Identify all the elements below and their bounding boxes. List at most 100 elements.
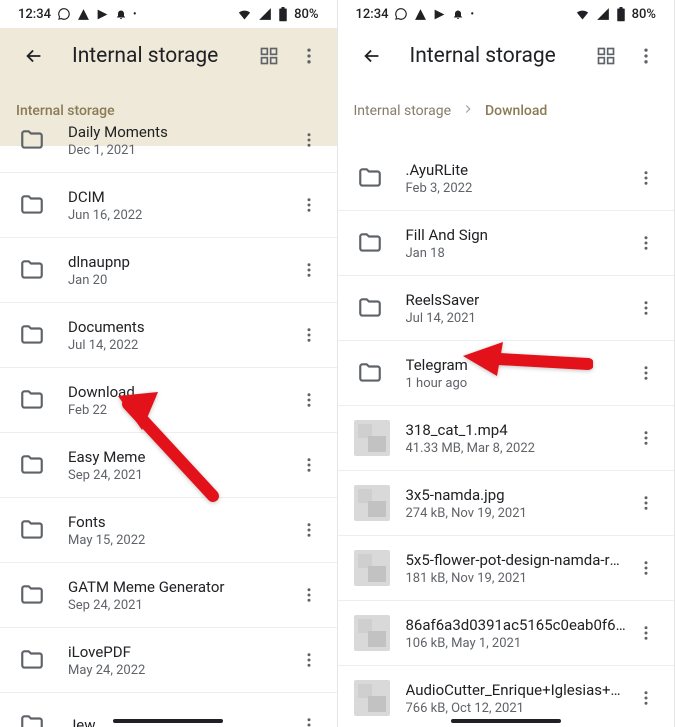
folder-row[interactable]: ReelsSaver Jul 14, 2021: [338, 276, 675, 341]
item-subtitle: Sep 24, 2021: [68, 468, 289, 483]
folder-icon: [16, 319, 48, 351]
file-row[interactable]: 5x5-flower-pot-design-namda-ru…181 kB, N…: [338, 536, 675, 601]
page-title: Internal storage: [72, 44, 249, 68]
folder-icon: [16, 709, 48, 727]
item-overflow-button[interactable]: [626, 613, 666, 653]
file-row[interactable]: AudioCutter_Enrique+Iglesias+Bail… 766 kB…: [338, 666, 675, 727]
file-thumbnail: [354, 680, 390, 716]
item-overflow-button[interactable]: [626, 288, 666, 328]
item-overflow-button[interactable]: [289, 380, 329, 420]
file-row[interactable]: 86af6a3d0391ac5165c0eab0f6e3… 106 kB, May…: [338, 601, 675, 666]
whatsapp-icon: [57, 7, 71, 21]
back-button[interactable]: [14, 36, 54, 76]
item-name: 5x5-flower-pot-design-namda-ru…: [406, 551, 627, 569]
folder-icon: [354, 227, 386, 259]
folder-row[interactable]: FontsMay 15, 2022: [0, 498, 337, 563]
file-row[interactable]: 318_cat_1.mp441.33 MB, Mar 8, 2022: [338, 406, 675, 471]
item-name: Documents: [68, 318, 289, 336]
breadcrumb-item[interactable]: Internal storage: [354, 103, 452, 119]
breadcrumb-item[interactable]: Download: [485, 103, 547, 119]
item-subtitle: 766 kB, Oct 12, 2021: [406, 701, 627, 716]
folder-icon: [16, 644, 48, 676]
folder-row[interactable]: Easy MemeSep 24, 2021: [0, 433, 337, 498]
item-overflow-button[interactable]: [289, 640, 329, 680]
item-overflow-button[interactable]: [289, 510, 329, 550]
notif-icon: [414, 8, 427, 21]
item-name: 3x5-namda.jpg: [406, 486, 627, 504]
status-left: 12:34 •: [356, 7, 474, 22]
folder-row[interactable]: DocumentsJul 14, 2022: [0, 303, 337, 368]
item-name: iLovePDF: [68, 643, 289, 661]
item-name: 86af6a3d0391ac5165c0eab0f6e3…: [406, 616, 627, 634]
item-overflow-button[interactable]: [289, 315, 329, 355]
appbar: Internal storage: [0, 28, 337, 84]
item-name: AudioCutter_Enrique+Iglesias+Bail…: [406, 681, 627, 699]
item-name: .AyuRLite: [406, 161, 627, 179]
notif-icon: [77, 8, 90, 21]
nav-pill: [113, 719, 223, 723]
item-overflow-button[interactable]: [626, 418, 666, 458]
item-subtitle: 106 kB, May 1, 2021: [406, 636, 627, 651]
item-overflow-button[interactable]: [626, 223, 666, 263]
overflow-menu-button[interactable]: [626, 36, 666, 76]
item-overflow-button[interactable]: [289, 250, 329, 290]
row-meta: DownloadFeb 22: [68, 383, 289, 418]
row-meta: Daily MomentsDec 1, 2021: [68, 123, 289, 158]
item-subtitle: Jan 20: [68, 273, 289, 288]
wifi-icon: [237, 7, 252, 22]
item-overflow-button[interactable]: [626, 483, 666, 523]
item-name: GATM Meme Generator: [68, 578, 289, 596]
folder-icon: [16, 514, 48, 546]
item-overflow-button[interactable]: [289, 120, 329, 160]
item-overflow-button[interactable]: [626, 353, 666, 393]
status-bar: 12:34 • 80%: [338, 0, 675, 28]
grid-view-button[interactable]: [586, 36, 626, 76]
notif-icon-2: [96, 8, 109, 21]
folder-icon: [16, 124, 48, 156]
item-name: dlnaupnp: [68, 253, 289, 271]
folder-row[interactable]: Fill And SignJan 18: [338, 211, 675, 276]
item-overflow-button[interactable]: [626, 678, 666, 718]
breadcrumb-item[interactable]: Internal storage: [16, 103, 115, 119]
folder-row[interactable]: DownloadFeb 22: [0, 368, 337, 433]
item-subtitle: Jul 14, 2021: [406, 311, 627, 326]
folder-icon: [16, 579, 48, 611]
folder-icon: [354, 162, 386, 194]
folder-icon: [354, 357, 386, 389]
item-name: DCIM: [68, 188, 289, 206]
bell-icon: [452, 8, 464, 20]
grid-view-button[interactable]: [249, 36, 289, 76]
file-list[interactable]: Daily MomentsDec 1, 2021 DCIMJun 16, 2022…: [0, 108, 337, 727]
folder-row[interactable]: DCIMJun 16, 2022: [0, 173, 337, 238]
folder-row[interactable]: Telegram1 hour ago: [338, 341, 675, 406]
folder-icon: [16, 189, 48, 221]
item-overflow-button[interactable]: [289, 575, 329, 615]
folder-icon: [16, 384, 48, 416]
item-subtitle: 1 hour ago: [406, 376, 627, 391]
overflow-menu-button[interactable]: [289, 36, 329, 76]
row-meta: 3x5-namda.jpg 274 kB, Nov 19, 2021: [406, 486, 627, 521]
battery-icon: [278, 7, 288, 22]
item-name: ReelsSaver: [406, 291, 627, 309]
item-subtitle: 274 kB, Nov 19, 2021: [406, 506, 627, 521]
item-overflow-button[interactable]: [626, 548, 666, 588]
file-row[interactable]: 3x5-namda.jpg 274 kB, Nov 19, 2021: [338, 471, 675, 536]
folder-row[interactable]: dlnaupnp Jan 20: [0, 238, 337, 303]
item-overflow-button[interactable]: [289, 705, 329, 727]
row-meta: Easy MemeSep 24, 2021: [68, 448, 289, 483]
row-meta: DCIMJun 16, 2022: [68, 188, 289, 223]
file-list[interactable]: .AyuRLiteFeb 3, 2022Fill And SignJan 18R…: [338, 146, 675, 727]
signal-icon: [596, 7, 610, 21]
back-button[interactable]: [352, 36, 392, 76]
item-subtitle: Feb 3, 2022: [406, 181, 627, 196]
item-overflow-button[interactable]: [289, 185, 329, 225]
folder-row[interactable]: .AyuRLite Feb 3, 2022: [338, 146, 675, 211]
folder-row[interactable]: GATM Meme GeneratorSep 24, 2021: [0, 563, 337, 628]
page-title: Internal storage: [410, 44, 587, 68]
item-overflow-button[interactable]: [626, 158, 666, 198]
row-meta: FontsMay 15, 2022: [68, 513, 289, 548]
folder-row[interactable]: iLovePDFMay 24, 2022: [0, 628, 337, 693]
dot-icon: •: [470, 9, 474, 20]
item-overflow-button[interactable]: [289, 445, 329, 485]
file-thumbnail: [354, 615, 390, 651]
